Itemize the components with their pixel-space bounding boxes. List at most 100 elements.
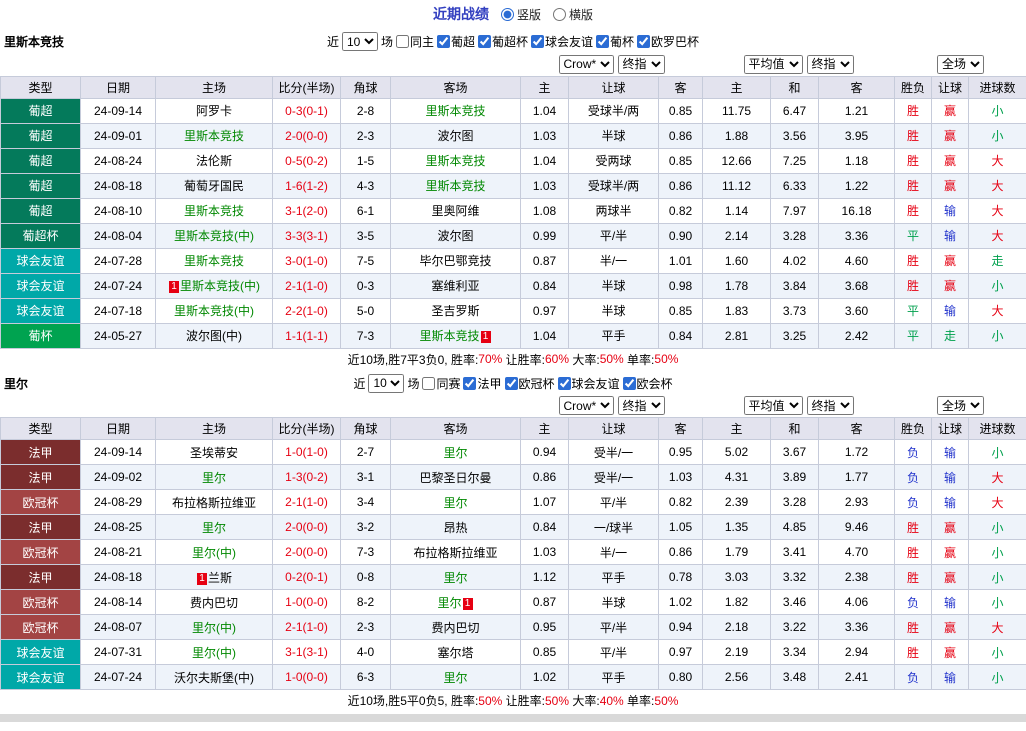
away-team-link[interactable]: 圣吉罗斯 [431,304,479,318]
score-link[interactable]: 2-1(1-0) [273,615,341,640]
layout-option-horizontal[interactable]: 横版 [553,6,593,23]
home-team-link[interactable]: 里斯本竞技(中) [180,279,260,293]
recent-count-select[interactable]: 10 [368,374,404,393]
competition-filter[interactable]: 葡超杯 [478,33,528,50]
away-team-link[interactable]: 里斯本竞技 [425,179,485,193]
away-team-link[interactable]: 里尔 [443,671,467,685]
home-team-link[interactable]: 里斯本竞技(中) [174,229,254,243]
competition-checkbox[interactable] [558,377,571,390]
home-team-link[interactable]: 法伦斯 [196,154,232,168]
home-team-link[interactable]: 布拉格斯拉维亚 [172,496,256,510]
score-link[interactable]: 1-3(0-2) [273,465,341,490]
competition-checkbox[interactable] [396,35,409,48]
competition-filter[interactable]: 葡杯 [596,33,634,50]
competition-checkbox[interactable] [505,377,518,390]
home-team-link[interactable]: 费内巴切 [190,596,238,610]
score-link[interactable]: 2-0(0-0) [273,123,341,148]
away-team-link[interactable]: 塞尔塔 [437,646,473,660]
scope-select[interactable]: 全场 [937,55,984,74]
competition-filter[interactable]: 同主 [396,33,434,50]
home-team-link[interactable]: 里斯本竞技 [184,254,244,268]
score-link[interactable]: 3-0(1-0) [273,248,341,273]
horizontal-layout-radio[interactable] [553,8,566,21]
score-link[interactable]: 1-6(1-2) [273,173,341,198]
scope-select[interactable]: 全场 [937,396,984,415]
score-link[interactable]: 1-1(1-1) [273,323,341,348]
score-link[interactable]: 2-1(1-0) [273,490,341,515]
away-team-link[interactable]: 布拉格斯拉维亚 [413,546,497,560]
layout-option-vertical[interactable]: 竖版 [501,6,541,23]
competition-checkbox[interactable] [637,35,650,48]
away-team-link[interactable]: 里斯本竞技 [419,329,479,343]
home-team-link[interactable]: 里尔 [202,521,226,535]
away-team-link[interactable]: 里奥阿维 [431,204,479,218]
away-team-link[interactable]: 昂热 [443,521,467,535]
competition-checkbox[interactable] [463,377,476,390]
away-team-link[interactable]: 波尔图 [437,229,473,243]
average-select[interactable]: 平均值 [744,396,803,415]
competition-filter[interactable]: 欧冠杯 [505,375,555,392]
away-team-link[interactable]: 里尔 [437,596,461,610]
away-team-link[interactable]: 里尔 [443,496,467,510]
home-team-link[interactable]: 里斯本竞技 [184,204,244,218]
score-link[interactable]: 3-3(3-1) [273,223,341,248]
away-team-link[interactable]: 塞维利亚 [431,279,479,293]
home-team-link[interactable]: 里斯本竞技 [184,129,244,143]
score-link[interactable]: 2-0(0-0) [273,540,341,565]
competition-checkbox[interactable] [437,35,450,48]
away-team-link[interactable]: 里斯本竞技 [425,154,485,168]
competition-filter[interactable]: 球会友谊 [531,33,593,50]
home-team-link[interactable]: 里斯本竞技(中) [174,304,254,318]
score-link[interactable]: 1-0(0-0) [273,590,341,615]
score-link[interactable]: 0-2(0-1) [273,565,341,590]
home-team-link[interactable]: 圣埃蒂安 [190,446,238,460]
horizontal-scrollbar[interactable] [0,714,1026,722]
competition-checkbox[interactable] [531,35,544,48]
away-team-link[interactable]: 里斯本竞技 [425,104,485,118]
score-link[interactable]: 0-3(0-1) [273,98,341,123]
odds-stage-select[interactable]: 终指 [618,55,665,74]
score-link[interactable]: 2-1(1-0) [273,273,341,298]
average-stage-select[interactable]: 终指 [807,55,854,74]
home-team-link[interactable]: 里尔(中) [192,646,236,660]
competition-checkbox[interactable] [422,377,435,390]
average-select[interactable]: 平均值 [744,55,803,74]
home-team-link[interactable]: 里尔 [202,471,226,485]
score-link[interactable]: 1-0(1-0) [273,440,341,465]
odds-stage-select[interactable]: 终指 [618,396,665,415]
bookmaker-select[interactable]: Crow* [559,55,614,74]
away-team-link[interactable]: 毕尔巴鄂竞技 [419,254,491,268]
handicap-outcome: 赢 [932,540,969,565]
score-link[interactable]: 1-0(0-0) [273,665,341,690]
away-team-link[interactable]: 里尔 [443,446,467,460]
score-link[interactable]: 2-2(1-0) [273,298,341,323]
home-team-link[interactable]: 阿罗卡 [196,104,232,118]
vertical-layout-radio[interactable] [501,8,514,21]
score-link[interactable]: 3-1(2-0) [273,198,341,223]
away-team-link[interactable]: 费内巴切 [431,621,479,635]
home-team-link[interactable]: 里尔(中) [192,621,236,635]
away-team-link[interactable]: 巴黎圣日尔曼 [419,471,491,485]
competition-filter[interactable]: 欧会杯 [623,375,673,392]
away-team-link[interactable]: 波尔图 [437,129,473,143]
home-team-link[interactable]: 葡萄牙国民 [184,179,244,193]
home-team-link[interactable]: 沃尔夫斯堡(中) [174,671,254,685]
competition-checkbox[interactable] [596,35,609,48]
competition-filter[interactable]: 欧罗巴杯 [637,33,699,50]
home-team-link[interactable]: 兰斯 [208,571,232,585]
competition-filter[interactable]: 球会友谊 [558,375,620,392]
away-team-link[interactable]: 里尔 [443,571,467,585]
average-stage-select[interactable]: 终指 [807,396,854,415]
competition-checkbox[interactable] [478,35,491,48]
recent-count-select[interactable]: 10 [342,32,378,51]
score-link[interactable]: 2-0(0-0) [273,515,341,540]
competition-filter[interactable]: 葡超 [437,33,475,50]
score-link[interactable]: 3-1(3-1) [273,640,341,665]
score-link[interactable]: 0-5(0-2) [273,148,341,173]
bookmaker-select[interactable]: Crow* [559,396,614,415]
home-team-link[interactable]: 波尔图(中) [186,329,242,343]
competition-filter[interactable]: 同赛 [422,375,460,392]
competition-filter[interactable]: 法甲 [463,375,501,392]
home-team-link[interactable]: 里尔(中) [192,546,236,560]
competition-checkbox[interactable] [623,377,636,390]
